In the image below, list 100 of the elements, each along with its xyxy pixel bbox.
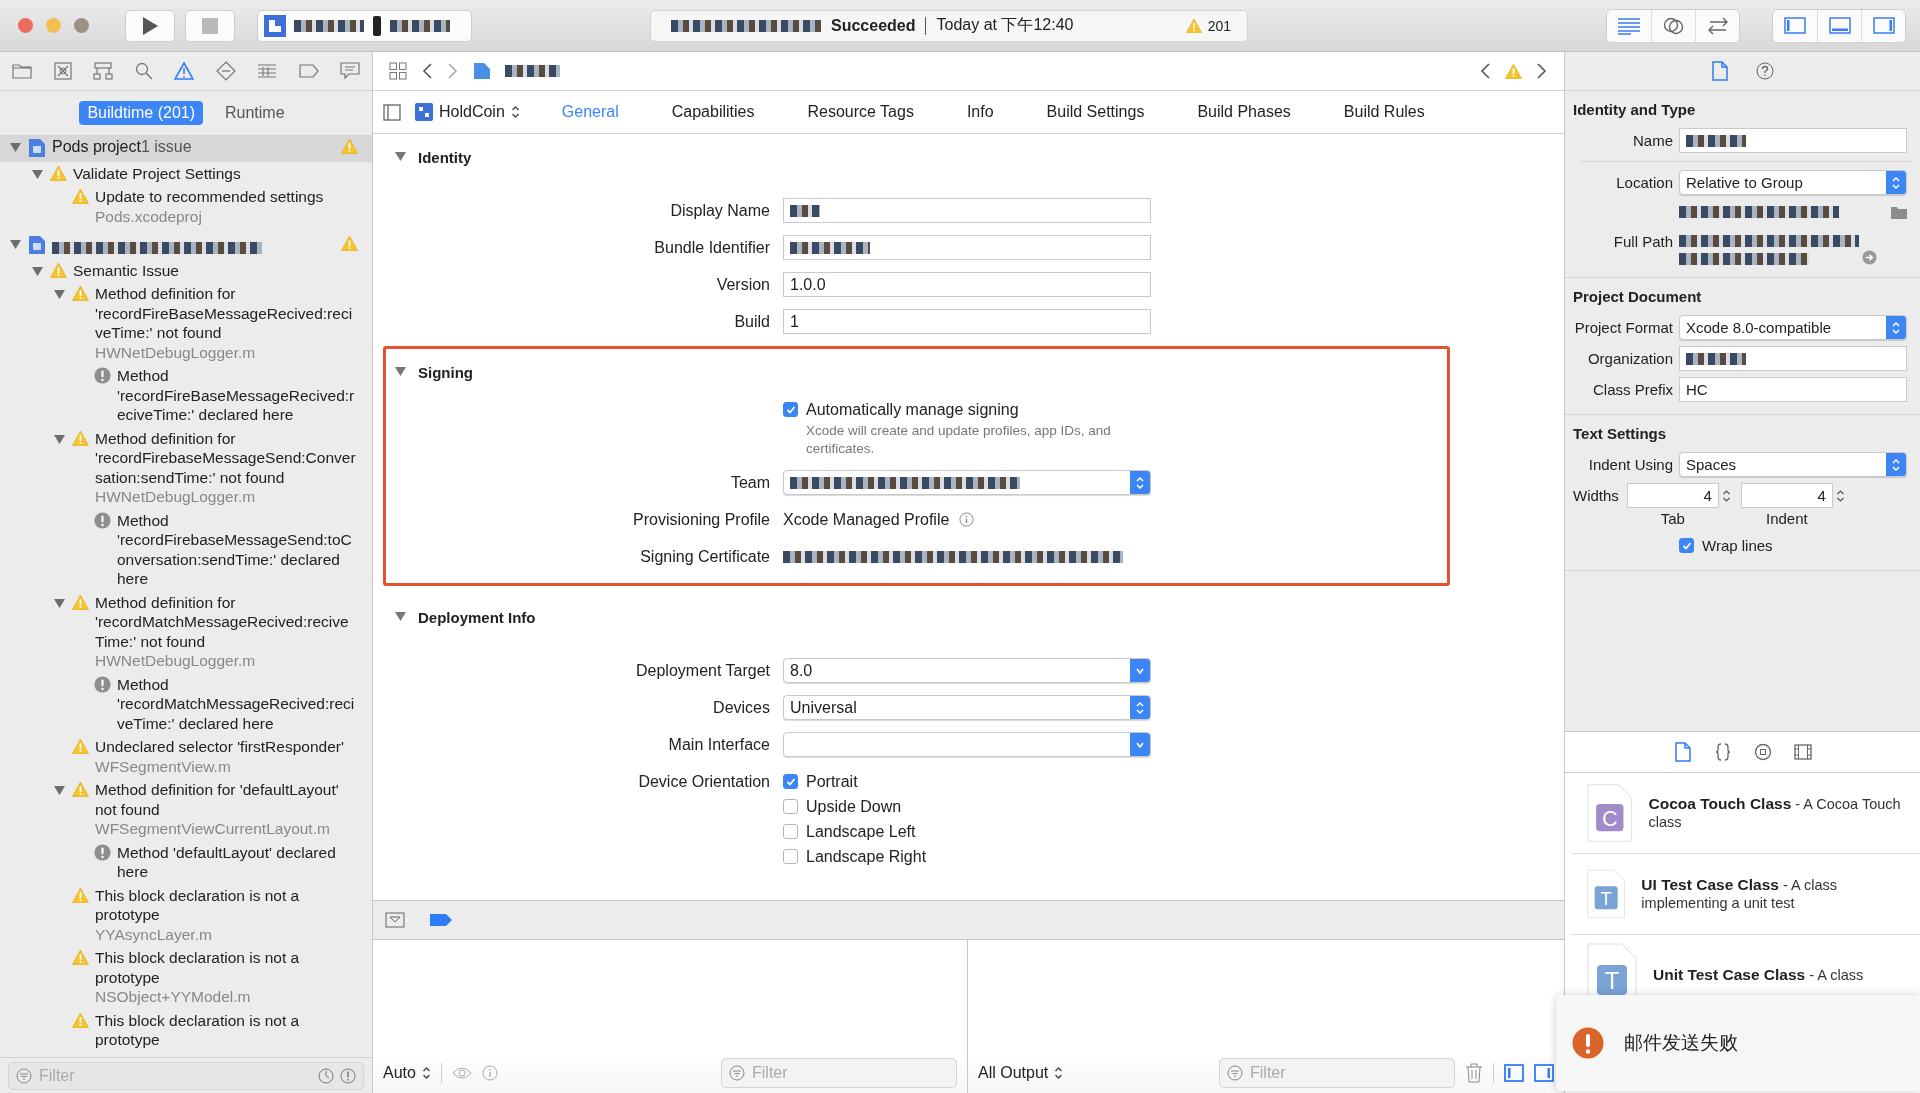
checkbox-label[interactable]: Automatically manage signing	[806, 400, 1019, 419]
checkbox[interactable]	[783, 824, 798, 839]
zoom-button[interactable]	[74, 18, 89, 33]
right-panel-icon[interactable]	[1534, 1064, 1554, 1082]
indent-width-field[interactable]: 4	[1740, 483, 1833, 508]
disclosure-triangle-icon[interactable]	[9, 240, 21, 250]
output-selector[interactable]: All Output	[978, 1064, 1064, 1082]
film-icon[interactable]	[1793, 742, 1812, 762]
issue-title[interactable]: This block declaration is not a prototype	[95, 885, 358, 925]
checkbox[interactable]	[783, 402, 798, 417]
help-icon[interactable]	[1755, 62, 1774, 80]
issue-title[interactable]: Method definition for 'defaultLayout' not found	[95, 780, 358, 819]
info-icon[interactable]	[959, 512, 975, 527]
editor-tab[interactable]: Build Phases	[1197, 103, 1291, 121]
issue-title[interactable]: Method 'defaultLayout' declared here	[117, 842, 358, 882]
issue-title[interactable]: Undeclared selector 'firstResponder'	[95, 737, 358, 757]
checkbox[interactable]	[1679, 538, 1694, 553]
issue-title[interactable]: Semantic Issue	[73, 260, 358, 280]
file-icon[interactable]	[1673, 742, 1692, 762]
text-field[interactable]	[783, 235, 1151, 260]
clock-icon[interactable]	[318, 1068, 334, 1084]
checkbox-label[interactable]: Wrap lines	[1702, 537, 1773, 554]
popup-button[interactable]: Relative to Group	[1679, 170, 1907, 195]
disclosure-triangle-icon[interactable]	[53, 786, 65, 796]
issue-title[interactable]: This block declaration is not a prototype	[95, 948, 358, 987]
hierarchy-icon[interactable]	[93, 62, 113, 80]
issue-mode-tab[interactable]: Buildtime (201)	[79, 101, 203, 125]
issue-title[interactable]: Method definition for 'recordFireBaseMessageRecived:reciveTime:' not found	[95, 284, 358, 343]
braces-icon[interactable]	[1713, 742, 1732, 762]
editor-tab[interactable]: Resource Tags	[807, 103, 914, 121]
editor-tab[interactable]: Capabilities	[671, 103, 755, 121]
popup-button[interactable]: Xcode 8.0-compatible	[1679, 315, 1907, 340]
run-button[interactable]	[125, 9, 175, 42]
disclosure-triangle-icon[interactable]	[395, 152, 406, 162]
editor-tab[interactable]: Info	[966, 103, 994, 121]
checkbox[interactable]	[783, 774, 798, 789]
disclosure-triangle-icon[interactable]	[395, 612, 406, 622]
back-chevron-icon[interactable]	[421, 62, 433, 80]
template-description[interactable]: UI Test Case Class - A class implementing a unit test	[1641, 876, 1912, 912]
tab-width-field[interactable]: 4	[1626, 483, 1719, 508]
editor-tab[interactable]: Build Rules	[1343, 103, 1425, 121]
checkbox[interactable]	[783, 799, 798, 814]
back-chevron-icon[interactable]	[1479, 62, 1491, 80]
text-field[interactable]: 1.0.0	[783, 272, 1151, 297]
sidebar-toggle-icon[interactable]	[383, 103, 401, 121]
checkbox-label[interactable]: Landscape Right	[806, 847, 927, 866]
issue-title[interactable]: Validate Project Settings	[73, 163, 358, 183]
text-field[interactable]	[783, 198, 1151, 223]
left-panel-icon[interactable]	[1504, 1064, 1524, 1082]
exclamation-circle-icon[interactable]	[340, 1068, 356, 1084]
popup-button[interactable]	[783, 470, 1151, 495]
filter-field[interactable]: Filter	[1219, 1058, 1455, 1088]
filter-field[interactable]: Filter	[721, 1058, 957, 1088]
crossed-square-icon[interactable]	[53, 62, 72, 80]
text-field[interactable]	[1679, 128, 1907, 153]
scope-selector[interactable]: Auto	[383, 1064, 431, 1082]
issue-title[interactable]: Method definition for 'recordFirebaseMessageSend:Conversation:sendTime:' not found	[95, 428, 358, 487]
disclosure-triangle-icon[interactable]	[53, 434, 65, 445]
checkbox[interactable]	[783, 849, 798, 864]
disclosure-triangle-icon[interactable]	[53, 598, 65, 609]
template-description[interactable]: Cocoa Touch Class - A Cocoa Touch class	[1648, 795, 1912, 831]
folder-icon[interactable]	[12, 63, 32, 79]
target-selector[interactable]: HoldCoin	[415, 103, 520, 121]
speech-bubble-icon[interactable]	[340, 62, 360, 80]
warning-outline-icon[interactable]	[174, 62, 194, 80]
issue-mode-tab[interactable]: Runtime	[217, 101, 293, 125]
checkbox-label[interactable]: Portrait	[806, 772, 858, 791]
checkbox-label[interactable]: Upside Down	[806, 797, 902, 816]
search-icon[interactable]	[134, 62, 153, 80]
issue-title[interactable]: Method 'recordFireBaseMessageRecived:reciveTime:' declared here	[117, 366, 358, 425]
table-icon[interactable]	[257, 64, 277, 78]
text-field[interactable]	[1679, 346, 1907, 371]
eye-icon[interactable]	[451, 1066, 472, 1080]
filter-field[interactable]: Filter	[8, 1062, 364, 1090]
notification-toast[interactable]: 邮件发送失败	[1556, 995, 1920, 1091]
forward-chevron-icon[interactable]	[1536, 62, 1548, 80]
file-icon[interactable]	[1711, 61, 1728, 81]
disclosure-triangle-icon[interactable]	[31, 169, 43, 180]
breakpoint-icon[interactable]	[429, 913, 453, 927]
issue-title[interactable]: Method 'recordFirebaseMessageSend:toConversation:sendTime:' declared here	[117, 510, 358, 589]
checkbox-label[interactable]: Landscape Left	[806, 822, 916, 841]
trash-icon[interactable]	[1465, 1063, 1483, 1083]
editor-tab[interactable]: General	[561, 103, 619, 121]
warning-count[interactable]: 201	[1207, 17, 1231, 34]
disclosure-triangle-icon[interactable]	[9, 143, 21, 153]
diamond-minus-icon[interactable]	[215, 61, 236, 81]
tag-icon[interactable]	[298, 64, 319, 78]
hide-debug-icon[interactable]	[385, 912, 405, 928]
popup-button[interactable]: Universal	[783, 695, 1151, 720]
combo-box[interactable]	[783, 732, 1151, 757]
disclosure-triangle-icon[interactable]	[53, 290, 65, 300]
issue-title[interactable]: Method definition for 'recordMatchMessageRecived:reciveTime:' not found	[95, 592, 358, 651]
combo-box[interactable]: 8.0	[783, 658, 1151, 683]
grid-icon[interactable]	[389, 62, 407, 80]
disclosure-triangle-icon[interactable]	[31, 266, 43, 277]
arrow-circle-icon[interactable]	[1862, 250, 1877, 265]
disclosure-triangle-icon[interactable]	[395, 367, 406, 377]
text-field[interactable]: 1	[783, 309, 1151, 334]
text-field[interactable]: HC	[1679, 377, 1907, 402]
issue-title[interactable]: This block declaration is not a prototype	[95, 1010, 358, 1050]
